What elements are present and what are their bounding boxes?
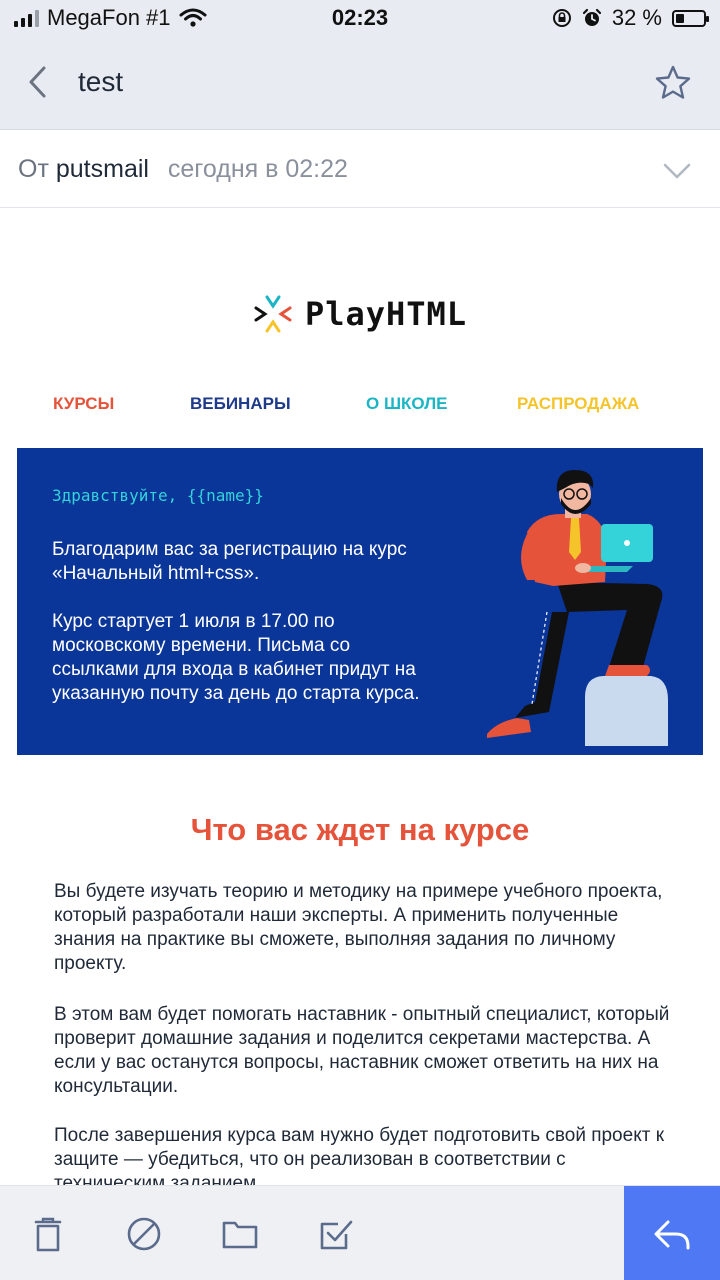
star-icon[interactable] — [654, 64, 692, 102]
reply-button[interactable] — [624, 1186, 720, 1280]
folder-icon[interactable] — [220, 1214, 260, 1254]
banner-text-registration: Благодарим вас за регистрацию на курс «Н… — [52, 539, 407, 584]
sender-prefix: От — [18, 155, 49, 183]
status-right: 32 % — [552, 5, 709, 31]
nav-bar: test — [0, 36, 720, 130]
section-title: Что вас ждет на курсе — [190, 812, 530, 847]
battery-icon — [672, 9, 709, 27]
logo-icon — [254, 295, 292, 333]
logo-text: PlayHTML — [304, 295, 468, 333]
rotation-lock-icon — [552, 9, 571, 27]
paragraph-theory: Вы будете изучать теорию и методику на п… — [54, 881, 663, 974]
welcome-banner: Здравствуйте, {{name}} Благодарим вас за… — [17, 448, 703, 755]
chevron-left-icon[interactable] — [22, 64, 56, 100]
menu-about[interactable]: О ШКОЛЕ — [366, 394, 447, 414]
email-menu: КУРСЫ ВЕБИНАРЫ О ШКОЛЕ РАСПРОДАЖА — [0, 394, 720, 418]
menu-sale[interactable]: РАСПРОДАЖА — [517, 394, 639, 414]
trash-icon[interactable] — [28, 1214, 68, 1254]
bottom-toolbar — [0, 1185, 720, 1280]
sender-time: сегодня в 02:22 — [167, 155, 348, 183]
chevron-down-icon[interactable] — [662, 159, 692, 183]
menu-courses[interactable]: КУРСЫ — [53, 394, 114, 414]
block-icon[interactable] — [124, 1214, 164, 1254]
menu-webinars[interactable]: ВЕБИНАРЫ — [190, 394, 291, 414]
paragraph-mentor: В этом вам будет помогать наставник - оп… — [54, 1004, 670, 1097]
alarm-icon — [582, 8, 601, 26]
sender-name[interactable]: putsmail — [56, 155, 149, 183]
reply-icon — [654, 1220, 690, 1249]
battery-percent: 32 % — [611, 5, 662, 30]
status-bar: MegaFon #1 02:23 32 % — [0, 0, 720, 36]
checkbox-icon[interactable] — [316, 1214, 356, 1254]
student-illustration — [487, 470, 668, 746]
sender-text: От putsmail сегодня в 02:22 — [18, 155, 348, 184]
greeting: Здравствуйте, {{name}} — [52, 486, 264, 505]
logo: PlayHTML — [0, 294, 720, 334]
battery-fill — [676, 13, 685, 23]
sender-line[interactable]: От putsmail сегодня в 02:22 — [0, 131, 720, 208]
banner-text-start: Курс стартует 1 июля в 17.00 по московск… — [52, 611, 420, 704]
nav-title: test — [78, 66, 124, 97]
